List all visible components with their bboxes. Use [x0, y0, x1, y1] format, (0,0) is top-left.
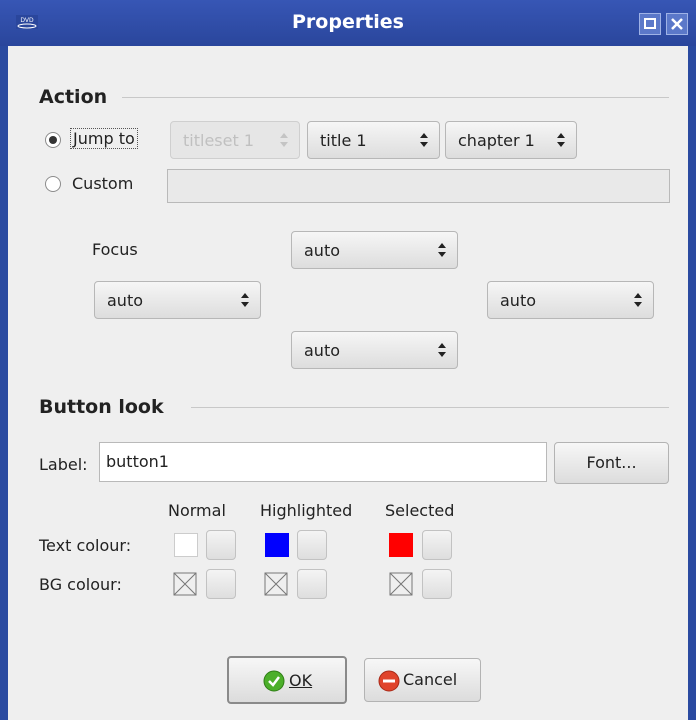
title-bar[interactable]: DVD Properties — [0, 0, 696, 46]
focus-right-combo[interactable]: auto — [487, 281, 654, 319]
text-normal-swatch — [174, 533, 198, 557]
ok-button[interactable]: OK — [227, 656, 347, 704]
text-normal-color-button[interactable] — [206, 530, 236, 560]
title-combo[interactable]: title 1 — [307, 121, 440, 159]
updown-arrows-icon — [438, 343, 446, 357]
text-highlighted-swatch — [265, 533, 289, 557]
check-icon — [263, 670, 285, 692]
focus-down-value: auto — [304, 341, 341, 360]
jump-to-label[interactable]: Jump to — [70, 128, 138, 149]
focus-left-combo[interactable]: auto — [94, 281, 261, 319]
titleset-combo[interactable]: titleset 1 — [170, 121, 300, 159]
maximize-icon — [644, 18, 656, 29]
cancel-label: Cancel — [403, 670, 458, 689]
focus-up-value: auto — [304, 241, 341, 260]
window-title: Properties — [292, 11, 404, 33]
focus-down-combo[interactable]: auto — [291, 331, 458, 369]
text-highlighted-color-button[interactable] — [297, 530, 327, 560]
title-value: title 1 — [320, 131, 367, 150]
col-selected: Selected — [385, 501, 455, 520]
action-heading: Action — [39, 86, 108, 108]
action-divider — [122, 97, 669, 98]
jump-to-radio[interactable] — [45, 132, 61, 148]
transparent-swatch-icon — [173, 572, 197, 596]
focus-up-combo[interactable]: auto — [291, 231, 458, 269]
updown-arrows-icon — [438, 243, 446, 257]
updown-arrows-icon — [420, 133, 428, 147]
updown-arrows-icon — [557, 133, 565, 147]
label-input[interactable]: button1 — [99, 442, 547, 482]
updown-arrows-icon — [280, 133, 288, 147]
bg-normal-color-button[interactable] — [206, 569, 236, 599]
maximize-button[interactable] — [639, 13, 661, 35]
focus-right-value: auto — [500, 291, 537, 310]
updown-arrows-icon — [241, 293, 249, 307]
chapter-value: chapter 1 — [458, 131, 535, 150]
close-icon — [671, 18, 683, 30]
button-look-heading: Button look — [39, 396, 164, 418]
cancel-button[interactable]: Cancel — [364, 658, 481, 702]
bg-selected-color-button[interactable] — [422, 569, 452, 599]
focus-left-value: auto — [107, 291, 144, 310]
updown-arrows-icon — [634, 293, 642, 307]
dialog-body: Action Jump to titleset 1 title 1 chapte… — [8, 46, 688, 720]
titleset-value: titleset 1 — [183, 131, 254, 150]
button-look-divider — [191, 407, 669, 408]
chapter-combo[interactable]: chapter 1 — [445, 121, 577, 159]
bg-colour-label: BG colour: — [39, 575, 122, 594]
transparent-swatch-icon — [264, 572, 288, 596]
col-highlighted: Highlighted — [260, 501, 353, 520]
custom-radio[interactable] — [45, 176, 61, 192]
close-button[interactable] — [666, 13, 688, 35]
bg-highlighted-color-button[interactable] — [297, 569, 327, 599]
text-selected-swatch — [389, 533, 413, 557]
focus-label: Focus — [92, 240, 138, 259]
text-selected-color-button[interactable] — [422, 530, 452, 560]
font-button[interactable]: Font... — [554, 442, 669, 484]
properties-window: DVD Properties Action Jump to titleset 1… — [0, 0, 696, 720]
custom-input[interactable] — [167, 169, 670, 203]
text-colour-label: Text colour: — [39, 536, 132, 555]
cancel-icon — [378, 670, 400, 692]
transparent-swatch-icon — [389, 572, 413, 596]
label-caption: Label: — [39, 455, 88, 474]
ok-label: OK — [289, 671, 313, 690]
col-normal: Normal — [168, 501, 226, 520]
custom-label[interactable]: Custom — [72, 174, 133, 193]
